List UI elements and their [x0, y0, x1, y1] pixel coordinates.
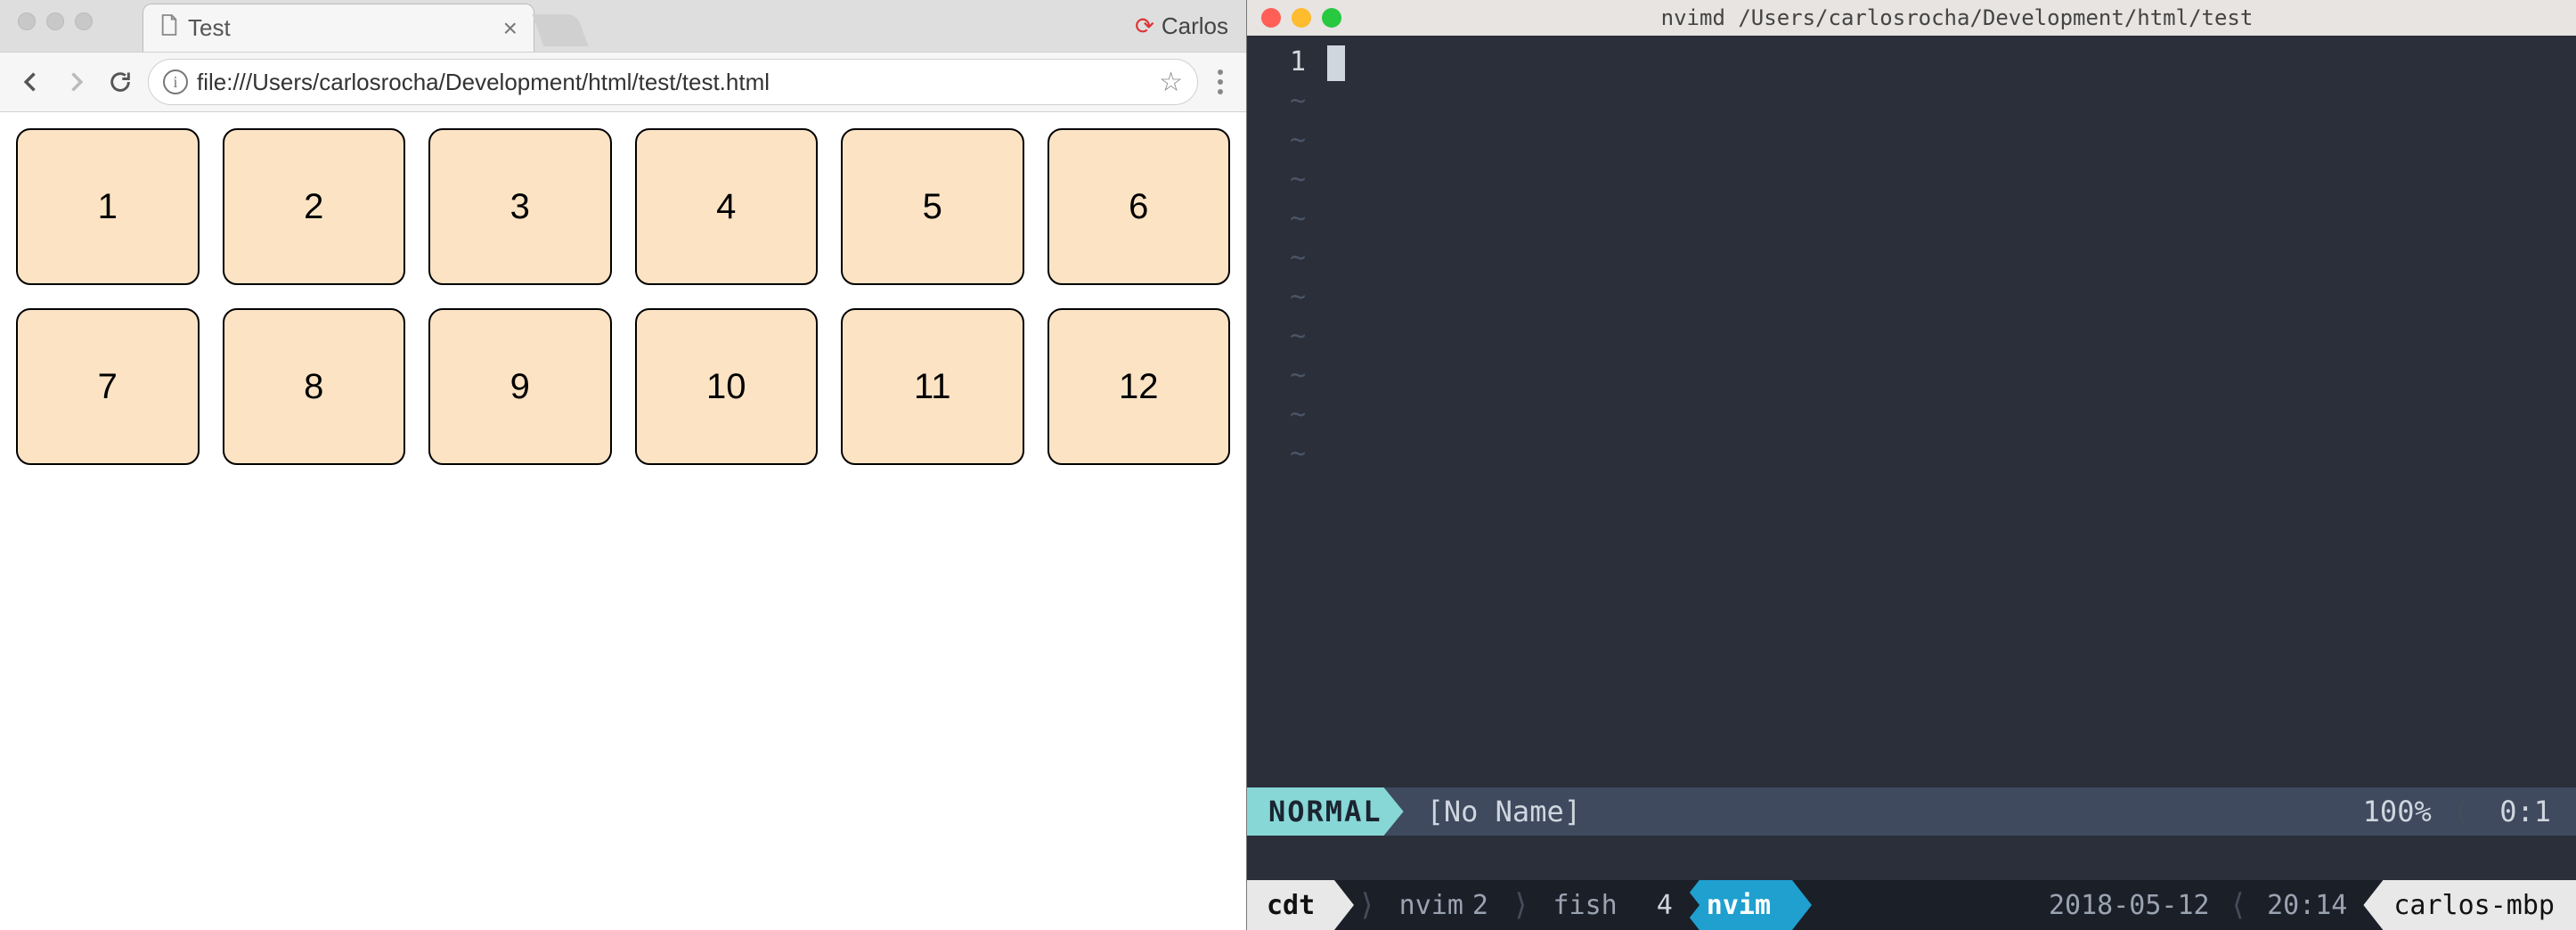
new-tab-button[interactable]: [532, 14, 588, 46]
back-button[interactable]: [14, 65, 48, 99]
separator-icon: ⟩: [1354, 887, 1379, 923]
browser-window: Test × ⟳ Carlos i file:///Users/carlosro…: [0, 0, 1247, 930]
maximize-window-icon[interactable]: [75, 12, 93, 30]
tab-title: Test: [188, 14, 231, 42]
tmux-window[interactable]: nvim 2: [1380, 880, 1508, 930]
tmux-host-name: carlos-mbp: [2393, 890, 2555, 921]
separator-icon: ⟨: [2450, 794, 2474, 829]
tmux-window-index: 2: [1472, 890, 1488, 921]
separator-icon: ⟨: [2226, 887, 2251, 923]
terminal-window: nvimd /Users/carlosrocha/Development/htm…: [1247, 0, 2576, 930]
grid-cell: 8: [223, 308, 406, 465]
grid-cell: 3: [428, 128, 612, 285]
page-icon: [159, 13, 179, 43]
grid-cell: 7: [16, 308, 200, 465]
browser-toolbar: i file:///Users/carlosrocha/Development/…: [0, 52, 1246, 112]
maximize-window-icon[interactable]: [1322, 8, 1341, 28]
tmux-time: 20:14: [2251, 890, 2363, 921]
grid-cell: 9: [428, 308, 612, 465]
cell-value: 9: [510, 367, 530, 407]
close-window-icon[interactable]: [1261, 8, 1281, 28]
cell-value: 2: [304, 187, 323, 227]
empty-line-tilde: ~: [1247, 121, 1306, 160]
cell-value: 4: [716, 187, 736, 227]
reload-button[interactable]: [103, 65, 137, 99]
cell-value: 8: [304, 367, 323, 407]
site-info-icon[interactable]: i: [163, 69, 188, 94]
cell-value: 12: [1119, 367, 1159, 407]
empty-line-tilde: ~: [1247, 317, 1306, 356]
grid-cell: 12: [1048, 308, 1231, 465]
grid-cell: 6: [1048, 128, 1231, 285]
terminal-titlebar: nvimd /Users/carlosrocha/Development/htm…: [1247, 0, 2576, 36]
separator-icon: [1680, 880, 1700, 930]
terminal-title: nvimd /Users/carlosrocha/Development/htm…: [1352, 5, 2562, 30]
separator-icon: [1792, 880, 1812, 930]
editor-buffer[interactable]: [1318, 36, 2576, 787]
page-content: 1 2 3 4 5 6 7 8 9 10 11 12: [0, 112, 1246, 930]
separator-icon: [1334, 880, 1354, 930]
profile-badge[interactable]: ⟳ Carlos: [1135, 12, 1246, 40]
vim-statusline: NORMAL [No Name] 100% ⟨ 0:1: [1247, 787, 2576, 836]
vim-position: 0:1: [2474, 795, 2576, 828]
tmux-statusline: cdt ⟩ nvim 2 ⟩ fish 4 nvim 2018-05-12 ⟨ …: [1247, 880, 2576, 930]
empty-line-tilde: ~: [1247, 278, 1306, 317]
cell-value: 7: [98, 367, 118, 407]
cursor: [1327, 45, 1345, 81]
editor-area[interactable]: 1 ~ ~ ~ ~ ~ ~ ~ ~ ~ ~: [1247, 36, 2576, 787]
minimize-window-icon[interactable]: [46, 12, 64, 30]
tmux-window-index: 4: [1657, 890, 1673, 921]
grid-cell: 2: [223, 128, 406, 285]
tmux-window-index-pre: 4: [1637, 880, 1680, 930]
grid-cell: 11: [841, 308, 1024, 465]
tmux-host: carlos-mbp: [2363, 880, 2576, 930]
empty-line-tilde: ~: [1247, 435, 1306, 474]
cell-value: 3: [510, 187, 530, 227]
vim-mode: NORMAL: [1247, 787, 1404, 836]
grid: 1 2 3 4 5 6 7 8 9 10 11 12: [16, 128, 1230, 465]
line-number: 1: [1247, 43, 1306, 82]
tmux-window-name: nvim: [1707, 890, 1771, 921]
cell-value: 1: [98, 187, 118, 227]
address-bar[interactable]: i file:///Users/carlosrocha/Development/…: [148, 59, 1198, 105]
close-tab-icon[interactable]: ×: [503, 14, 518, 43]
empty-line-tilde: ~: [1247, 82, 1306, 121]
tmux-window-name: fish: [1553, 890, 1617, 921]
cell-value: 6: [1129, 187, 1148, 227]
tmux-date: 2018-05-12: [2033, 890, 2226, 921]
cell-value: 5: [923, 187, 942, 227]
cell-value: 10: [706, 367, 746, 407]
empty-line-tilde: ~: [1247, 200, 1306, 239]
grid-cell: 5: [841, 128, 1024, 285]
empty-line-tilde: ~: [1247, 239, 1306, 278]
tmux-session-name: cdt: [1267, 890, 1315, 921]
browser-tabstrip: Test × ⟳ Carlos: [0, 0, 1246, 52]
tmux-window[interactable]: fish: [1533, 880, 1636, 930]
vim-filename: [No Name]: [1404, 795, 1604, 828]
close-window-icon[interactable]: [18, 12, 36, 30]
terminal-gap: [1247, 836, 2576, 880]
vim-percent: 100%: [2345, 795, 2450, 828]
empty-line-tilde: ~: [1247, 396, 1306, 435]
forward-button[interactable]: [59, 65, 93, 99]
tmux-session[interactable]: cdt: [1247, 880, 1334, 930]
minimize-window-icon[interactable]: [1292, 8, 1311, 28]
bookmark-star-icon[interactable]: ☆: [1159, 67, 1183, 98]
sync-icon: ⟳: [1135, 12, 1154, 40]
browser-menu-button[interactable]: [1209, 69, 1232, 94]
profile-name: Carlos: [1162, 12, 1228, 40]
browser-tab[interactable]: Test ×: [143, 4, 534, 52]
empty-line-tilde: ~: [1247, 160, 1306, 200]
url-text: file:///Users/carlosrocha/Development/ht…: [197, 69, 770, 96]
line-gutter: 1 ~ ~ ~ ~ ~ ~ ~ ~ ~ ~: [1247, 36, 1318, 787]
grid-cell: 10: [635, 308, 819, 465]
window-controls: [18, 12, 93, 30]
grid-cell: 1: [16, 128, 200, 285]
empty-line-tilde: ~: [1247, 356, 1306, 396]
cell-value: 11: [914, 367, 951, 407]
grid-cell: 4: [635, 128, 819, 285]
separator-icon: ⟩: [1508, 887, 1533, 923]
tmux-window-name: nvim: [1399, 890, 1463, 921]
